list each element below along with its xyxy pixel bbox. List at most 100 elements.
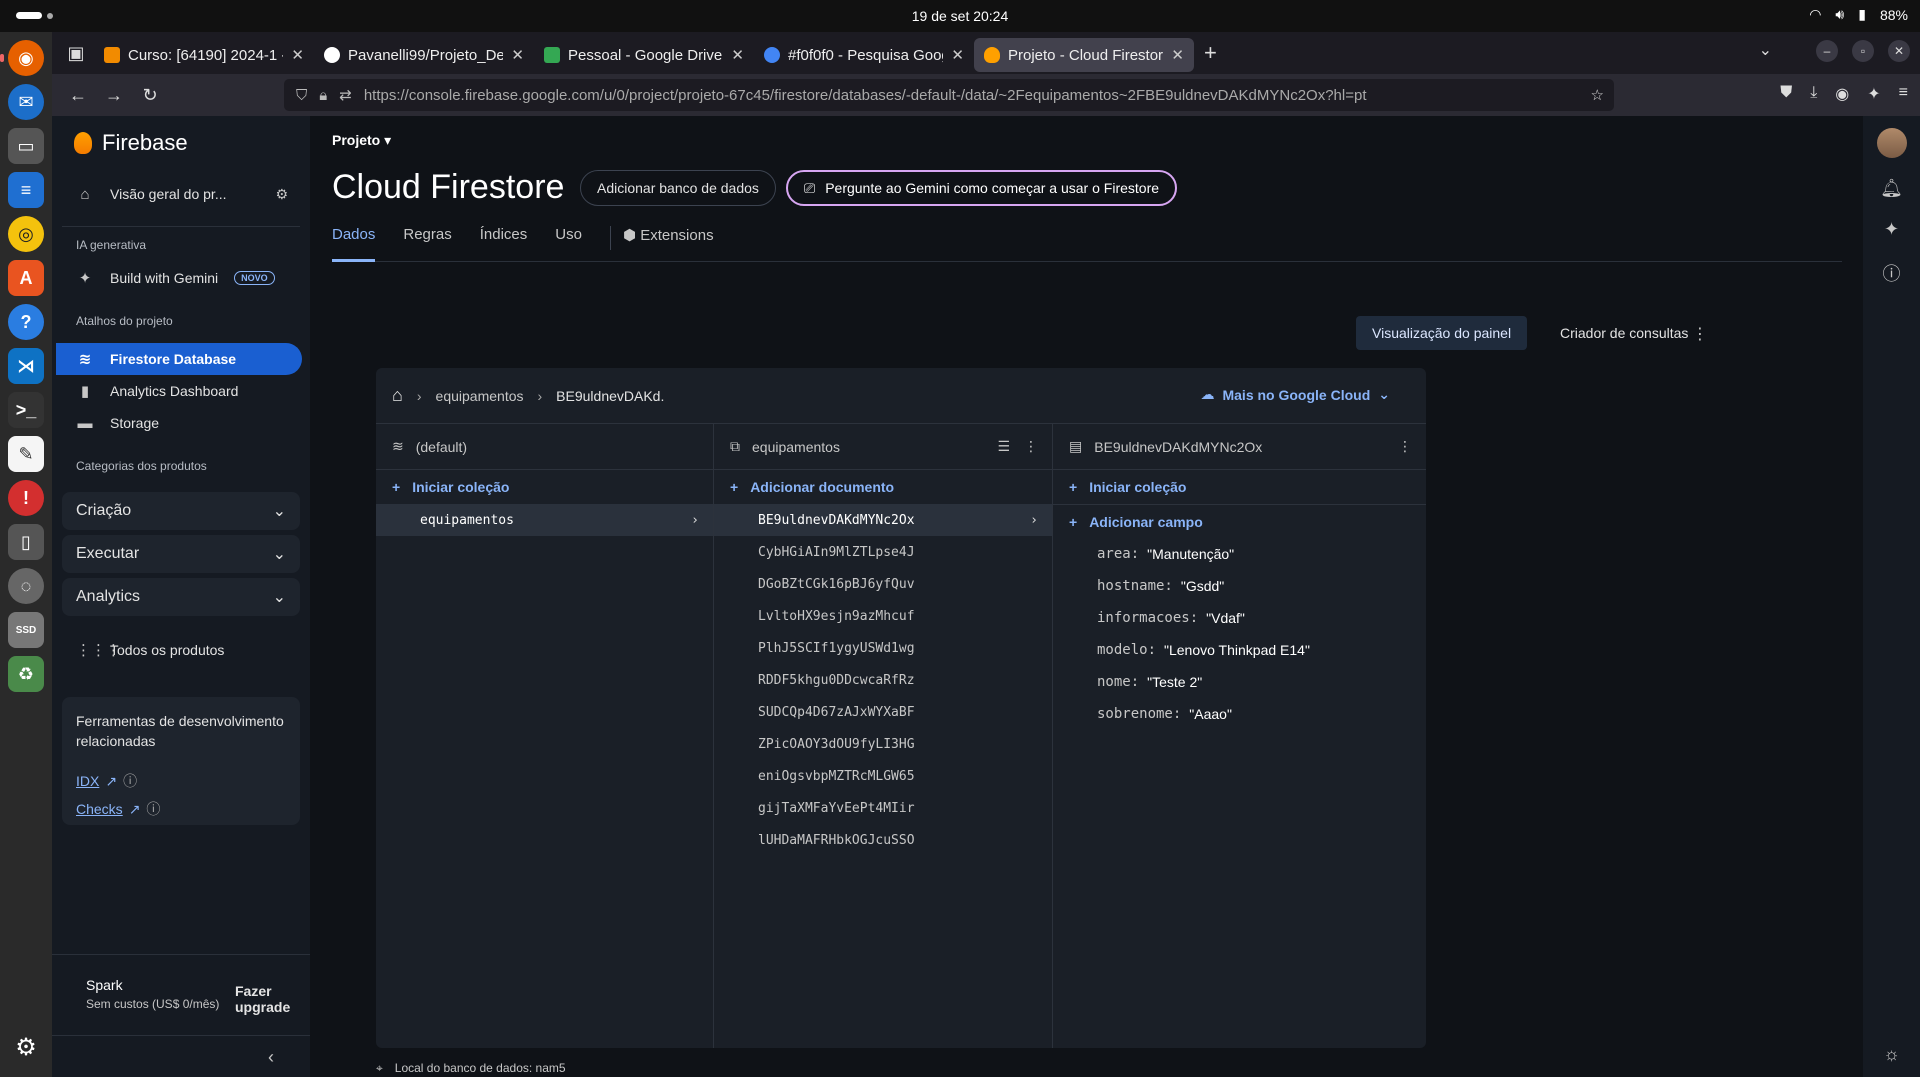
extensions-icon[interactable]: ✦: [1867, 84, 1880, 104]
table-row[interactable]: DGoBZtCGk16pBJ6yfQuv: [714, 568, 1052, 600]
sidebar-item-analytics-dashboard[interactable]: ▮ Analytics Dashboard: [56, 375, 302, 407]
ssd-icon[interactable]: SSD: [8, 612, 44, 648]
vscode-icon[interactable]: ⋊: [8, 348, 44, 384]
field-row[interactable]: area: "Manutenção": [1053, 538, 1426, 570]
project-overview-link[interactable]: ⌂ Visão geral do pr... ⚙: [56, 178, 302, 210]
browser-tab-active[interactable]: Projeto - Cloud Firestore ✕: [974, 38, 1194, 72]
bookmark-star-icon[interactable]: ☆: [1591, 86, 1604, 104]
browser-tab[interactable]: Curso: [64190] 2024-1 - T ✕: [94, 38, 314, 72]
close-tab-icon[interactable]: ✕: [731, 46, 744, 64]
more-google-cloud-button[interactable]: ☁ Mais no Google Cloud ⌄: [1200, 386, 1390, 403]
accordion-executar[interactable]: Executar ⌄: [62, 535, 300, 573]
table-row[interactable]: lUHDaMAFRHbkOGJcuSSO: [714, 824, 1052, 856]
ask-gemini-button[interactable]: ⎚ Pergunte ao Gemini como começar a usar …: [786, 170, 1178, 206]
activities-indicator[interactable]: [16, 12, 53, 19]
info-icon[interactable]: ⓘ: [123, 771, 137, 791]
account-icon[interactable]: ◉: [1835, 84, 1849, 104]
sidebar-item-storage[interactable]: ▬ Storage: [56, 407, 302, 439]
home-icon[interactable]: ⌂: [392, 385, 403, 406]
thunderbird-icon[interactable]: ✉: [8, 84, 44, 120]
table-row[interactable]: BE9uldnevDAKdMYNc2Ox ›: [714, 504, 1052, 536]
field-row[interactable]: nome: "Teste 2": [1053, 666, 1426, 698]
table-row[interactable]: LvltoHX9esjn9azMhcuf: [714, 600, 1052, 632]
browser-tab[interactable]: #f0f0f0 - Pesquisa Google✕: [754, 38, 974, 72]
theme-toggle-icon[interactable]: ☼: [1883, 1044, 1900, 1065]
panel-view-button[interactable]: Visualização do painel: [1356, 316, 1528, 350]
info-icon[interactable]: ⓘ: [146, 799, 160, 819]
list-item[interactable]: equipamentos ›: [376, 504, 713, 536]
clock[interactable]: 19 de set 20:24: [912, 8, 1009, 24]
more-options-icon[interactable]: ⋮: [1398, 438, 1412, 455]
help-icon[interactable]: ⓘ: [1883, 260, 1901, 286]
table-row[interactable]: SUDCQp4D67zAJxWYXaBF: [714, 696, 1052, 728]
settings-gear-icon[interactable]: ⚙: [275, 186, 288, 203]
build-with-gemini-link[interactable]: ✦ Build with Gemini NOVO: [56, 262, 302, 294]
table-row[interactable]: CybHGiAIn9MlZTLpse4J: [714, 536, 1052, 568]
tab-list-chevron-icon[interactable]: ⌄: [1759, 40, 1772, 62]
close-tab-icon[interactable]: ✕: [951, 46, 964, 64]
breadcrumb-collection[interactable]: equipamentos: [436, 388, 524, 404]
query-builder-button[interactable]: Criador de consultas: [1544, 316, 1704, 350]
rhythmbox-icon[interactable]: ◎: [8, 216, 44, 252]
field-row[interactable]: informacoes: "Vdaf": [1053, 602, 1426, 634]
maximize-icon[interactable]: ▫: [1852, 40, 1874, 62]
downloads-icon[interactable]: ⤓: [1810, 84, 1817, 104]
firefox-icon[interactable]: ◉: [0, 40, 44, 76]
tab-overview-icon[interactable]: ▣: [58, 43, 94, 64]
bell-icon[interactable]: 🔔︎: [1880, 178, 1903, 199]
reload-icon[interactable]: ↻: [132, 85, 168, 106]
table-row[interactable]: PlhJ5SCIf1ygyUSWd1wg: [714, 632, 1052, 664]
files-icon[interactable]: ▭: [8, 128, 44, 164]
back-icon[interactable]: ←: [60, 85, 96, 106]
url-bar[interactable]: ⛉ 🔒︎ ⇄ https://console.firebase.google.c…: [284, 79, 1614, 111]
tab-dados[interactable]: Dados: [332, 226, 376, 262]
terminal-icon[interactable]: >_: [8, 392, 44, 428]
close-window-icon[interactable]: ✕: [1888, 40, 1910, 62]
sidebar-item-firestore[interactable]: ≋ Firestore Database: [56, 343, 302, 375]
field-row[interactable]: modelo: "Lenovo Thinkpad E14": [1053, 634, 1426, 666]
field-row[interactable]: sobrenome: "Aaao": [1053, 698, 1426, 730]
system-tray[interactable]: ◠ 🔊︎ ▮ 88%: [1809, 6, 1908, 23]
disk-icon[interactable]: ◌: [8, 568, 44, 604]
close-tab-icon[interactable]: ✕: [291, 46, 304, 64]
gemini-sparkle-icon[interactable]: ✦: [1884, 219, 1899, 240]
close-tab-icon[interactable]: ✕: [511, 46, 524, 64]
checks-link[interactable]: Checks: [76, 801, 123, 817]
device-icon[interactable]: ▯: [8, 524, 44, 560]
all-products-link[interactable]: ⋮⋮⋮ Todos os produtos: [56, 634, 302, 666]
more-options-icon[interactable]: ⋮: [1024, 438, 1038, 455]
tab-regras[interactable]: Regras: [403, 226, 451, 262]
collapse-sidebar-icon[interactable]: ‹: [268, 1047, 274, 1068]
add-document-button[interactable]: + Adicionar documento: [714, 470, 1052, 504]
avatar[interactable]: [1876, 128, 1907, 158]
text-editor-icon[interactable]: ✎: [8, 436, 44, 472]
close-tab-icon[interactable]: ✕: [1171, 46, 1184, 64]
new-tab-icon[interactable]: +: [1204, 40, 1217, 66]
add-field-button[interactable]: + Adicionar campo: [1053, 504, 1426, 538]
error-report-icon[interactable]: !: [8, 480, 44, 516]
table-row[interactable]: RDDF5khgu0DDcwcaRfRz: [714, 664, 1052, 696]
start-collection-button[interactable]: + Iniciar coleção: [1053, 470, 1426, 504]
trash-icon[interactable]: ♻: [8, 656, 44, 692]
more-options-icon[interactable]: ⋮: [1692, 324, 1708, 344]
minimize-icon[interactable]: –: [1816, 40, 1838, 62]
browser-tab[interactable]: Pavanelli99/Projeto_Dev ✕: [314, 38, 534, 72]
firebase-logo[interactable]: Firebase: [74, 130, 188, 156]
add-database-button[interactable]: Adicionar banco de dados: [580, 170, 776, 206]
filter-icon[interactable]: ☰: [997, 438, 1010, 455]
app-center-icon[interactable]: A: [8, 260, 44, 296]
accordion-analytics[interactable]: Analytics ⌄: [62, 578, 300, 616]
tab-extensions[interactable]: ⬢ Extensions: [623, 226, 714, 262]
project-selector[interactable]: Projeto ▾: [332, 132, 391, 149]
show-apps-icon[interactable]: ⚙: [8, 1029, 44, 1065]
menu-icon[interactable]: ≡: [1899, 84, 1908, 104]
help-icon[interactable]: ?: [8, 304, 44, 340]
browser-tab[interactable]: Pessoal - Google Drive ✕: [534, 38, 754, 72]
breadcrumb-document[interactable]: BE9uldnevDAKd.: [556, 388, 664, 404]
tab-uso[interactable]: Uso: [555, 226, 582, 262]
pocket-icon[interactable]: ⛊: [1780, 84, 1792, 104]
tab-indices[interactable]: Índices: [480, 226, 528, 262]
accordion-criacao[interactable]: Criação ⌄: [62, 492, 300, 530]
upgrade-button[interactable]: Fazer upgrade: [235, 983, 310, 1015]
forward-icon[interactable]: →: [96, 85, 132, 106]
